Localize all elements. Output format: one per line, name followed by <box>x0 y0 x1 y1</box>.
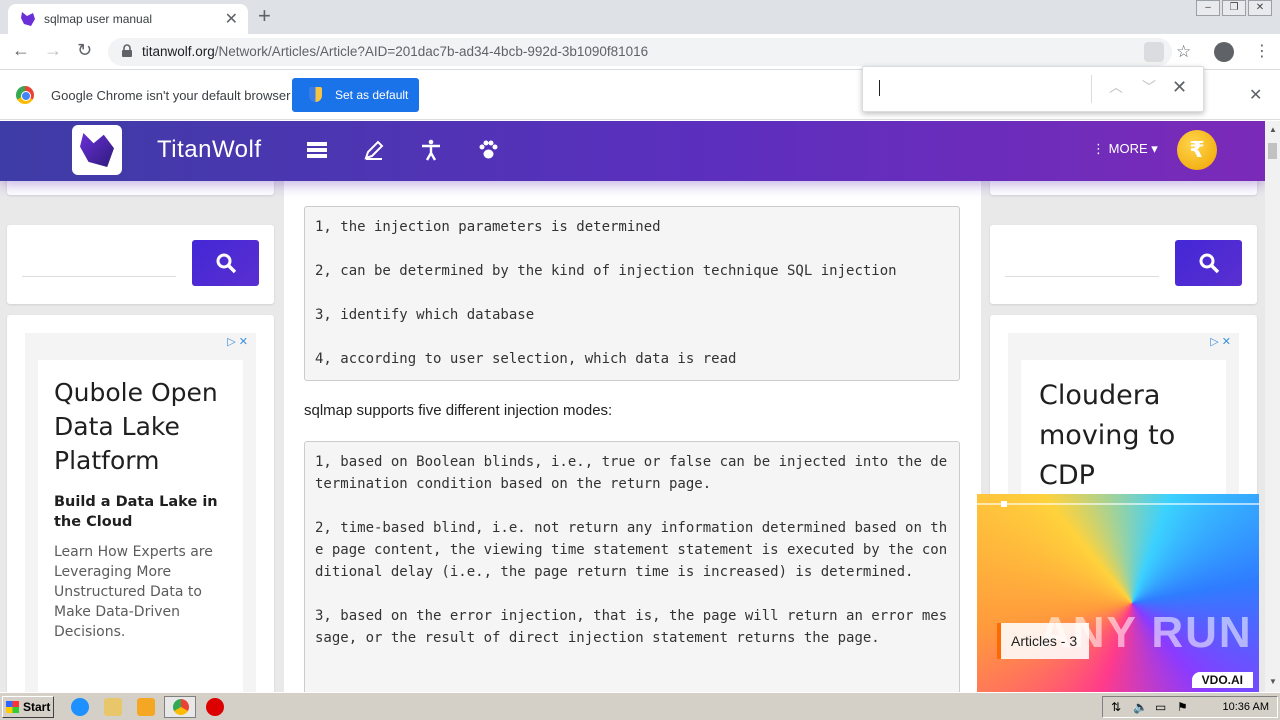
left-ad-subtitle: Build a Data Lake in the Cloud <box>54 494 218 530</box>
system-tray: ⇅ 🔈 ▭ ⚑ 10:36 AM <box>1102 696 1278 718</box>
tab-close-icon[interactable]: ✕ <box>225 9 238 29</box>
paw-icon[interactable] <box>477 139 499 161</box>
left-ad-content: Qubole Open Data Lake Platform Build a D… <box>38 360 243 692</box>
new-tab-icon[interactable]: + <box>258 3 271 29</box>
url-text: titanwolf.org/Network/Articles/Article?A… <box>142 44 648 59</box>
start-label: Start <box>23 700 51 714</box>
left-ad-card: ▷ ✕ Qubole Open Data Lake Platform Build… <box>7 315 274 692</box>
adchoices-icon[interactable]: ▷ ✕ <box>227 335 248 348</box>
windows-flag-icon <box>6 701 19 713</box>
modes-intro-text: sqlmap supports five different injection… <box>304 402 613 419</box>
chrome-logo-icon <box>16 86 34 104</box>
search-icon <box>216 253 237 274</box>
windows-taskbar: Start ⇅ 🔈 ▭ ⚑ 10:36 AM <box>0 692 1280 720</box>
chrome-menu-icon[interactable]: ⋮ <box>1254 41 1270 61</box>
start-button[interactable]: Start <box>2 696 54 718</box>
window-controls: – ❐ ✕ <box>1196 0 1272 18</box>
accessibility-icon[interactable] <box>420 139 442 161</box>
left-ad-title: Qubole Open Data Lake Platform <box>54 378 218 475</box>
reload-icon[interactable]: ↻ <box>77 40 92 61</box>
volume-icon[interactable]: 🔈 <box>1133 700 1148 714</box>
site-header: TitanWolf ⋮ MORE ▾ ₹ <box>0 121 1265 181</box>
edit-icon[interactable] <box>363 139 385 161</box>
search-icon <box>1199 253 1220 274</box>
scroll-down-icon[interactable]: ▼ <box>1269 677 1277 686</box>
find-close-icon[interactable]: ✕ <box>1172 77 1187 98</box>
find-in-page-icon[interactable] <box>1144 42 1164 62</box>
browser-toolbar: ← → ↻ titanwolf.org/Network/Articles/Art… <box>0 34 1280 70</box>
left-search-input[interactable] <box>22 247 176 277</box>
titanwolf-favicon-icon <box>21 12 35 26</box>
tab-title: sqlmap user manual <box>44 12 153 26</box>
list-icon[interactable] <box>306 139 328 161</box>
ie-icon[interactable] <box>71 698 89 716</box>
adchoices-icon[interactable]: ▷ ✕ <box>1210 335 1231 348</box>
minimize-icon[interactable]: – <box>1196 0 1220 16</box>
lock-icon <box>122 44 132 57</box>
modes-code-block: 1, based on Boolean blinds, i.e., true o… <box>304 441 960 692</box>
find-separator <box>1091 75 1092 103</box>
close-window-icon[interactable]: ✕ <box>1248 0 1272 16</box>
profile-avatar-icon[interactable] <box>1214 42 1234 62</box>
scroll-thumb[interactable] <box>1268 143 1277 159</box>
stop-icon[interactable] <box>206 698 224 716</box>
right-search-card <box>990 225 1257 304</box>
right-search-input[interactable] <box>1005 247 1159 277</box>
chrome-taskbar-button[interactable] <box>164 696 196 718</box>
network-icon[interactable]: ▭ <box>1155 700 1166 714</box>
shield-icon <box>309 87 322 102</box>
folder-icon[interactable] <box>104 698 122 716</box>
video-ad-player[interactable]: ANY RUN Articles - 3 VDO.AI <box>977 494 1259 692</box>
titanwolf-logo[interactable] <box>72 125 122 175</box>
chrome-icon <box>173 699 189 715</box>
address-bar[interactable]: titanwolf.org/Network/Articles/Article?A… <box>108 38 1172 66</box>
more-dots-icon: ⋮ <box>1092 141 1109 156</box>
site-brand[interactable]: TitanWolf <box>157 136 262 164</box>
find-previous-icon[interactable]: ︿ <box>1109 77 1123 97</box>
clock: 10:36 AM <box>1222 701 1269 713</box>
vdo-ai-logo[interactable]: VDO.AI <box>1191 672 1253 688</box>
find-input[interactable] <box>879 80 880 96</box>
tab-strip: sqlmap user manual ✕ + – ❐ ✕ <box>0 0 1280 34</box>
left-ad-body: Learn How Experts are Leveraging More Un… <box>54 544 213 640</box>
back-icon[interactable]: ← <box>12 40 30 61</box>
more-menu[interactable]: ⋮ MORE ▾ <box>1092 141 1158 157</box>
infobar-close-icon[interactable]: ✕ <box>1249 85 1262 105</box>
tab-sqlmap-user-manual[interactable]: sqlmap user manual ✕ <box>8 4 248 34</box>
steps-code-block: 1, the injection parameters is determine… <box>304 206 960 381</box>
video-progress-bar[interactable] <box>977 501 1259 507</box>
left-ad[interactable]: ▷ ✕ Qubole Open Data Lake Platform Build… <box>25 333 256 692</box>
url-path: /Network/Articles/Article?AID=201dac7b-a… <box>214 44 649 59</box>
right-search-button[interactable] <box>1175 240 1242 286</box>
coin-icon[interactable]: ₹ <box>1177 130 1217 170</box>
page-scrollbar[interactable]: ▲ ▼ <box>1265 121 1280 692</box>
find-bar: ︿ ﹀ ✕ <box>862 66 1204 112</box>
tray-arrow-icon[interactable]: ⇅ <box>1111 700 1121 714</box>
find-next-icon[interactable]: ﹀ <box>1142 77 1156 97</box>
more-label: MORE <box>1108 141 1148 156</box>
set-as-default-label: Set as default <box>335 88 409 102</box>
bookmark-star-icon[interactable]: ☆ <box>1176 42 1191 62</box>
url-host: titanwolf.org <box>142 44 215 59</box>
infobar-message: Google Chrome isn't your default browser <box>51 88 291 103</box>
wolf-logo-icon <box>80 133 114 167</box>
video-articles-chip[interactable]: Articles - 3 <box>997 623 1090 659</box>
left-search-button[interactable] <box>192 240 259 286</box>
left-search-card <box>7 225 274 304</box>
set-as-default-button[interactable]: Set as default <box>292 78 419 112</box>
flag-tray-icon[interactable]: ⚑ <box>1177 700 1188 714</box>
right-ad-title: Cloudera moving to CDP <box>1039 380 1176 491</box>
media-player-icon[interactable] <box>137 698 155 716</box>
restore-icon[interactable]: ❐ <box>1222 0 1246 16</box>
page-viewport: TitanWolf ⋮ MORE ▾ ₹ ▷ ✕ Qubole Open Dat… <box>0 121 1265 692</box>
article-content: 1, the injection parameters is determine… <box>284 181 981 692</box>
scroll-up-icon[interactable]: ▲ <box>1269 125 1277 134</box>
forward-icon[interactable]: → <box>44 40 62 61</box>
